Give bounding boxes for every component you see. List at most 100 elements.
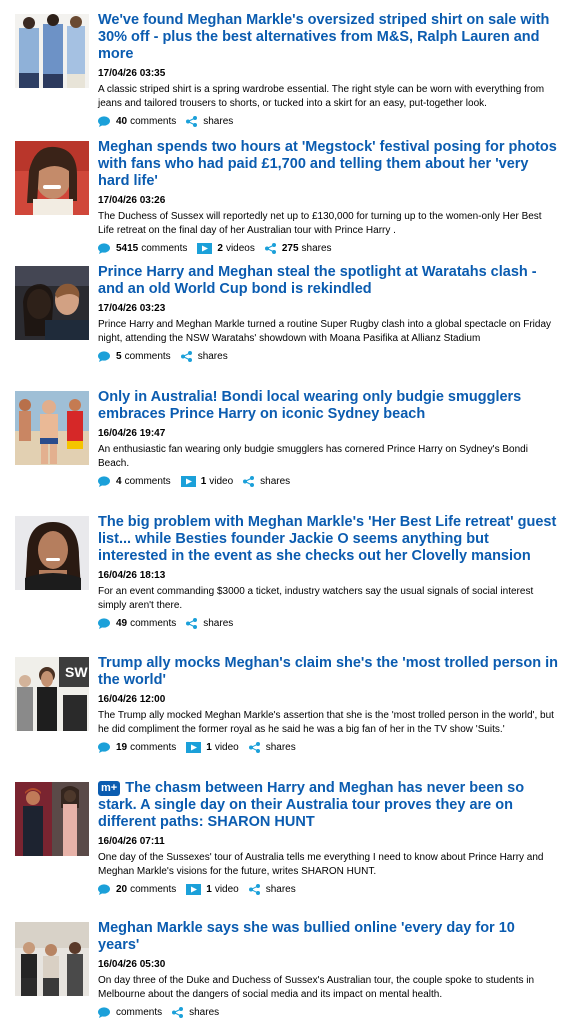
- video-count: 1: [206, 883, 212, 895]
- share-link[interactable]: shares: [186, 115, 233, 127]
- article-thumbnail[interactable]: [15, 922, 89, 996]
- comments-label: comments: [124, 475, 171, 487]
- video-link[interactable]: 1 video: [180, 475, 234, 487]
- share-icon: [248, 883, 260, 895]
- comment-icon: [98, 1006, 110, 1018]
- video-count: 1: [206, 741, 212, 753]
- share-link[interactable]: 275 shares: [264, 242, 332, 254]
- video-label: videos: [225, 242, 255, 254]
- video-count: 1: [200, 475, 207, 487]
- article-summary: One day of the Sussexes' tour of Austral…: [98, 852, 544, 877]
- comments-count: 40: [116, 115, 128, 127]
- article-meta: 5 comments shares: [98, 349, 560, 363]
- comments-link[interactable]: 5 comments: [98, 351, 171, 362]
- article-summary: Prince Harry and Meghan Markle turned a …: [98, 319, 552, 344]
- video-link[interactable]: 1 video: [186, 883, 239, 895]
- article-meta: 19 comments 1 video shares: [98, 740, 560, 754]
- share-link[interactable]: shares: [243, 475, 290, 487]
- article-thumbnail[interactable]: [15, 782, 89, 856]
- svg-text:SW: SW: [65, 664, 88, 680]
- article-thumbnail[interactable]: [15, 516, 89, 590]
- video-link[interactable]: 1 video: [186, 741, 239, 753]
- comments-label: comments: [116, 1006, 163, 1018]
- share-icon: [243, 475, 255, 487]
- shares-label: shares: [265, 741, 296, 753]
- video-label: video: [214, 741, 239, 753]
- article-meta: comments shares: [98, 1005, 560, 1019]
- headline-text[interactable]: The chasm between Harry and Meghan has n…: [98, 780, 524, 830]
- article-thumbnail[interactable]: [15, 141, 89, 215]
- mail-plus-badge: m+: [98, 781, 121, 796]
- article-date: 16/04/26 07:11: [98, 836, 165, 847]
- comments-label: comments: [124, 350, 171, 362]
- shares-label: shares: [189, 1006, 220, 1018]
- comments-label: comments: [130, 115, 177, 127]
- comments-link[interactable]: 19 comments: [98, 742, 176, 753]
- article-summary: The Trump ally mocked Meghan Markle's as…: [98, 710, 554, 735]
- article-headline[interactable]: Prince Harry and Meghan steal the spotli…: [98, 264, 560, 298]
- comments-link[interactable]: 20 comments: [98, 884, 176, 895]
- article-headline[interactable]: The big problem with Meghan Markle's 'He…: [98, 514, 560, 565]
- comments-label: comments: [130, 741, 177, 753]
- comments-label: comments: [141, 242, 188, 254]
- article-meta: 5415 comments 2 videos 275 shares: [98, 241, 560, 255]
- comments-count: 4: [116, 475, 122, 487]
- article-date: 17/04/26 03:35: [98, 68, 166, 79]
- article-thumbnail[interactable]: [15, 14, 89, 88]
- article-summary: An enthusiastic fan wearing only budgie …: [98, 444, 528, 469]
- video-icon: [186, 741, 202, 753]
- comment-icon: [98, 115, 110, 127]
- article-headline[interactable]: We've found Meghan Markle's oversized st…: [98, 12, 560, 63]
- share-icon: [180, 350, 192, 362]
- shares-label: shares: [265, 883, 296, 895]
- article-headline[interactable]: Only in Australia! Bondi local wearing o…: [98, 389, 560, 423]
- article-summary: On day three of the Duke and Duchess of …: [98, 975, 535, 1000]
- article-meta: 20 comments 1 video shares: [98, 882, 560, 896]
- share-icon: [172, 1006, 184, 1018]
- share-link[interactable]: shares: [180, 350, 228, 362]
- article-date: 16/04/26 18:13: [98, 570, 166, 581]
- video-icon: [186, 883, 202, 895]
- video-count: 2: [217, 242, 223, 254]
- article-date: 16/04/26 19:47: [98, 428, 166, 439]
- article-thumbnail[interactable]: [15, 391, 89, 465]
- comments-link[interactable]: comments: [98, 1007, 162, 1018]
- article-thumbnail[interactable]: SW: [15, 657, 89, 731]
- comments-count: 5415: [116, 242, 139, 254]
- comments-label: comments: [130, 883, 177, 895]
- article-meta: 49 comments shares: [98, 616, 560, 630]
- article-meta: 40 comments shares: [98, 114, 560, 128]
- article-summary: A classic striped shirt is a spring ward…: [98, 84, 545, 109]
- video-icon: [180, 475, 196, 487]
- comment-icon: [98, 350, 110, 362]
- article-headline[interactable]: Meghan spends two hours at 'Megstock' fe…: [98, 139, 560, 190]
- comments-link[interactable]: 49 comments: [98, 618, 176, 629]
- article-headline[interactable]: Trump ally mocks Meghan's claim she's th…: [98, 655, 560, 689]
- share-link[interactable]: shares: [248, 741, 296, 753]
- video-label: video: [209, 475, 234, 487]
- share-link[interactable]: shares: [186, 617, 234, 629]
- comments-count: 19: [116, 741, 128, 753]
- comments-count: 49: [116, 617, 128, 629]
- comments-link[interactable]: 5415 comments: [98, 243, 187, 254]
- shares-label: shares: [203, 617, 234, 629]
- comments-link[interactable]: 40 comments: [98, 116, 176, 127]
- video-icon: [197, 242, 213, 254]
- article-headline[interactable]: m+ The chasm between Harry and Meghan has…: [98, 780, 560, 831]
- article-thumbnail[interactable]: [15, 266, 89, 340]
- comment-icon: [98, 617, 110, 629]
- article-summary: The Duchess of Sussex will reportedly ne…: [98, 211, 542, 236]
- share-icon: [264, 242, 276, 254]
- shares-label: shares: [197, 350, 228, 362]
- comment-icon: [98, 475, 110, 487]
- share-link[interactable]: shares: [248, 883, 296, 895]
- share-icon: [186, 115, 198, 127]
- comments-link[interactable]: 4 comments: [98, 476, 171, 487]
- article-date: 17/04/26 03:26: [98, 195, 166, 206]
- comment-icon: [98, 741, 110, 753]
- article-headline[interactable]: Meghan Markle says she was bullied onlin…: [98, 920, 560, 954]
- video-label: video: [214, 883, 239, 895]
- share-link[interactable]: shares: [172, 1006, 220, 1018]
- video-link[interactable]: 2 videos: [197, 242, 255, 254]
- shares-label: shares: [301, 242, 332, 254]
